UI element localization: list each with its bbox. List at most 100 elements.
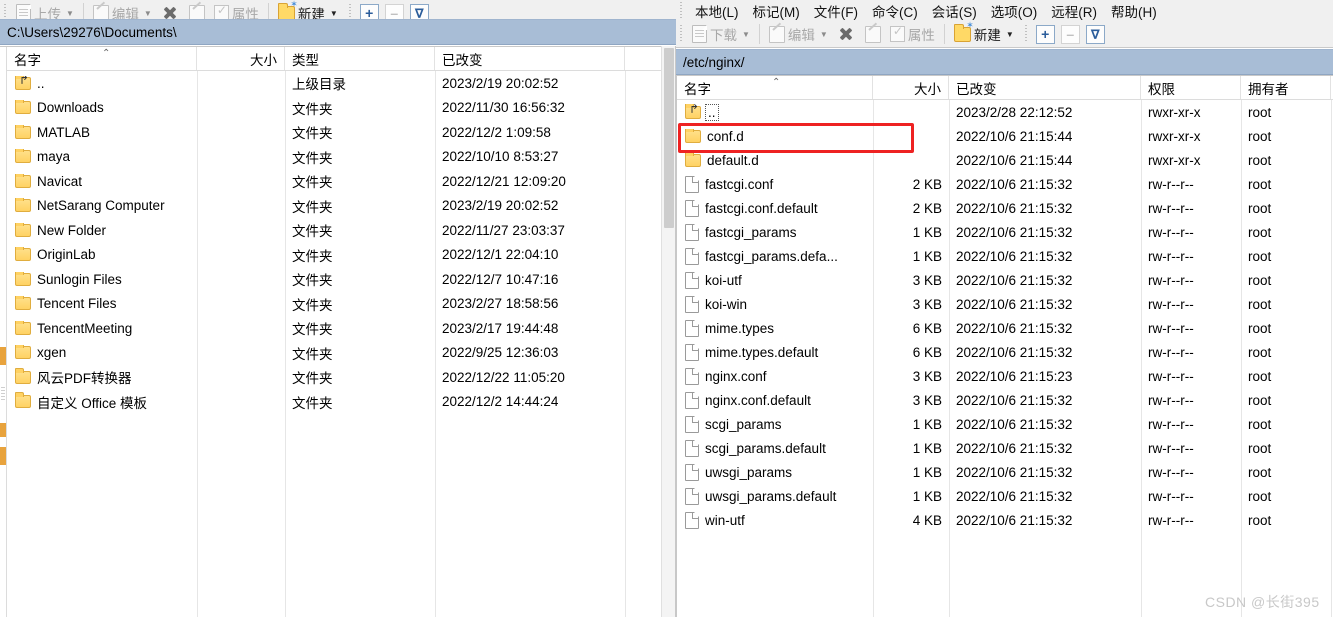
column-divider-3[interactable] [625,71,626,617]
menu-item-2[interactable]: 文件(F) [807,1,865,21]
table-row[interactable]: fastcgi.conf.default 2 KB 2022/10/6 21:15:… [677,196,1333,220]
cell-size: 6 KB [912,320,942,336]
column-header-0[interactable]: 名字 ⌃ [677,76,873,99]
column-header-1[interactable]: 大小 [873,76,949,99]
right-plus-icon: + [1035,24,1055,44]
cell-modified: 2022/12/21 12:09:20 [442,173,566,189]
cell-type: 文件夹 [292,175,333,191]
table-row[interactable]: xgen 文件夹 2022/9/25 12:36:03 [7,341,675,366]
menu-item-3[interactable]: 命令(C) [865,1,925,21]
menu-item-5[interactable]: 选项(O) [984,1,1045,21]
right-edit-button[interactable]: 编辑 ▼ [765,22,832,46]
menubar-grip[interactable] [679,2,685,20]
right-delete-button[interactable] [832,22,860,46]
edge-grip[interactable] [1,387,5,401]
right-path-bar[interactable]: /etc/nginx/ [676,49,1333,75]
table-row[interactable]: Downloads 文件夹 2022/11/30 16:56:32 [7,96,675,121]
file-icon [685,319,699,337]
table-row[interactable]: nginx.conf.default 3 KB 2022/10/6 21:15:32… [677,388,1333,412]
download-button[interactable]: 下载 ▼ [688,22,754,46]
menu-item-6[interactable]: 远程(R) [1044,1,1104,21]
table-row[interactable]: scgi_params 1 KB 2022/10/6 21:15:32 rw-r--r… [677,412,1333,436]
folder-icon [15,392,31,409]
right-minus-icon: – [1060,24,1080,44]
right-new-folder-button[interactable]: 新建 ▼ [950,20,1018,46]
table-row[interactable]: Navicat 文件夹 2022/12/21 12:09:20 [7,169,675,194]
cell-modified: 2022/10/6 21:15:23 [956,368,1073,384]
table-row[interactable]: TencentMeeting 文件夹 2023/2/17 19:44:48 [7,316,675,341]
table-row[interactable]: koi-win 3 KB 2022/10/6 21:15:32 rw-r--r-- ro… [677,292,1333,316]
table-row[interactable]: 自定义 Office 模板 文件夹 2022/12/2 14:44:24 [7,390,675,415]
right-toolbar-grip[interactable] [679,25,685,43]
right-edit-dropdown-caret[interactable]: ▼ [820,30,828,39]
column-divider-2[interactable] [435,71,436,617]
table-row[interactable]: fastcgi_params 1 KB 2022/10/6 21:15:32 rw-r… [677,220,1333,244]
right-edit-label: 编辑 [787,28,815,43]
table-row[interactable]: nginx.conf 3 KB 2022/10/6 21:15:23 rw-r--r-… [677,364,1333,388]
edit-dropdown-caret[interactable]: ▼ [144,9,152,18]
right-filter-button[interactable]: ∇ [1083,22,1108,46]
download-dropdown-caret[interactable]: ▼ [742,30,750,39]
table-row[interactable]: default.d 2022/10/6 21:15:44 rwxr-xr-x root [677,148,1333,172]
table-row[interactable]: mime.types 6 KB 2022/10/6 21:15:32 rw-r--r-… [677,316,1333,340]
menu-item-7[interactable]: 帮助(H) [1104,1,1164,21]
column-header-3[interactable]: 已改变 [435,47,625,70]
table-row[interactable]: koi-utf 3 KB 2022/10/6 21:15:32 rw-r--r-- ro… [677,268,1333,292]
cell-modified: 2022/9/25 12:36:03 [442,345,559,361]
column-header-1[interactable]: 大小 [197,47,285,70]
left-pane-scrollbar[interactable] [661,46,675,617]
table-row[interactable]: mime.types.default 6 KB 2022/10/6 21:15:32… [677,340,1333,364]
column-header-0[interactable]: 名字 ⌃ [7,47,197,70]
menu-item-1[interactable]: 标记(M) [746,1,807,21]
file-name-label: fastcgi_params.defa... [705,248,838,264]
table-row[interactable]: conf.d 2022/10/6 21:15:44 rwxr-xr-x root [677,124,1333,148]
left-path-bar[interactable]: C:\Users\29276\Documents\ [0,19,676,45]
table-row[interactable]: Tencent Files 文件夹 2023/2/27 18:58:56 [7,292,675,317]
table-row[interactable]: OriginLab 文件夹 2022/12/1 22:04:10 [7,243,675,268]
cell-type: 文件夹 [292,297,333,313]
table-row[interactable]: uwsgi_params.default 1 KB 2022/10/6 21:15:… [677,484,1333,508]
table-row[interactable]: win-utf 4 KB 2022/10/6 21:15:32 rw-r--r-- ro… [677,508,1333,532]
upload-dropdown-caret[interactable]: ▼ [66,9,74,18]
new-dropdown-caret[interactable]: ▼ [330,9,338,18]
table-row[interactable]: .. 上级目录 2023/2/19 20:02:52 [7,71,675,96]
column-divider-0[interactable] [197,71,198,617]
cell-name: mime.types [677,319,873,337]
table-row[interactable]: maya 文件夹 2022/10/10 8:53:27 [7,145,675,170]
column-divider-0[interactable] [873,100,874,617]
column-divider-4[interactable] [1331,100,1332,617]
column-divider-3[interactable] [1241,100,1242,617]
right-new-dropdown-caret[interactable]: ▼ [1006,30,1014,39]
column-header-4[interactable]: 拥有者 [1241,76,1331,99]
menu-item-4[interactable]: 会话(S) [925,1,984,21]
column-divider-1[interactable] [949,100,950,617]
table-row[interactable]: 风云PDF转换器 文件夹 2022/12/22 11:05:20 [7,365,675,390]
table-row[interactable]: New Folder 文件夹 2022/11/27 23:03:37 [7,218,675,243]
column-divider-2[interactable] [1141,100,1142,617]
right-remove-filter-button[interactable]: – [1058,22,1083,46]
table-row[interactable]: fastcgi_params.defa... 1 KB 2022/10/6 21:1… [677,244,1333,268]
cell-size: 1 KB [912,416,942,432]
sort-ascending-icon: ⌃ [102,48,111,59]
table-row[interactable]: NetSarang Computer 文件夹 2023/2/19 20:02:52 [7,194,675,219]
right-add-filter-button[interactable]: + [1033,22,1058,46]
download-label: 下载 [710,28,737,43]
column-header-3[interactable]: 权限 [1141,76,1241,99]
menu-item-0[interactable]: 本地(L) [688,1,746,21]
column-header-2[interactable]: 类型 [285,47,435,70]
cell-modified: 2022/10/6 21:15:32 [956,176,1073,192]
table-row[interactable]: scgi_params.default 1 KB 2022/10/6 21:15:3… [677,436,1333,460]
right-properties-button[interactable]: 属性 [886,22,939,46]
table-row[interactable]: uwsgi_params 1 KB 2022/10/6 21:15:32 rw-r--… [677,460,1333,484]
left-scrollbar-thumb[interactable] [664,48,674,228]
column-divider-1[interactable] [285,71,286,617]
right-rename-button[interactable] [860,22,886,46]
table-row[interactable]: .. 2023/2/28 22:12:52 rwxr-xr-x root [677,100,1333,124]
table-row[interactable]: MATLAB 文件夹 2022/12/2 1:09:58 [7,120,675,145]
right-toolbar-grip-2[interactable] [1023,25,1030,43]
table-row[interactable]: Sunlogin Files 文件夹 2022/12/7 10:47:16 [7,267,675,292]
column-header-2[interactable]: 已改变 [949,76,1141,99]
cell-name: Navicat [7,173,197,189]
file-name-label: Navicat [37,173,83,189]
table-row[interactable]: fastcgi.conf 2 KB 2022/10/6 21:15:32 rw-r--… [677,172,1333,196]
